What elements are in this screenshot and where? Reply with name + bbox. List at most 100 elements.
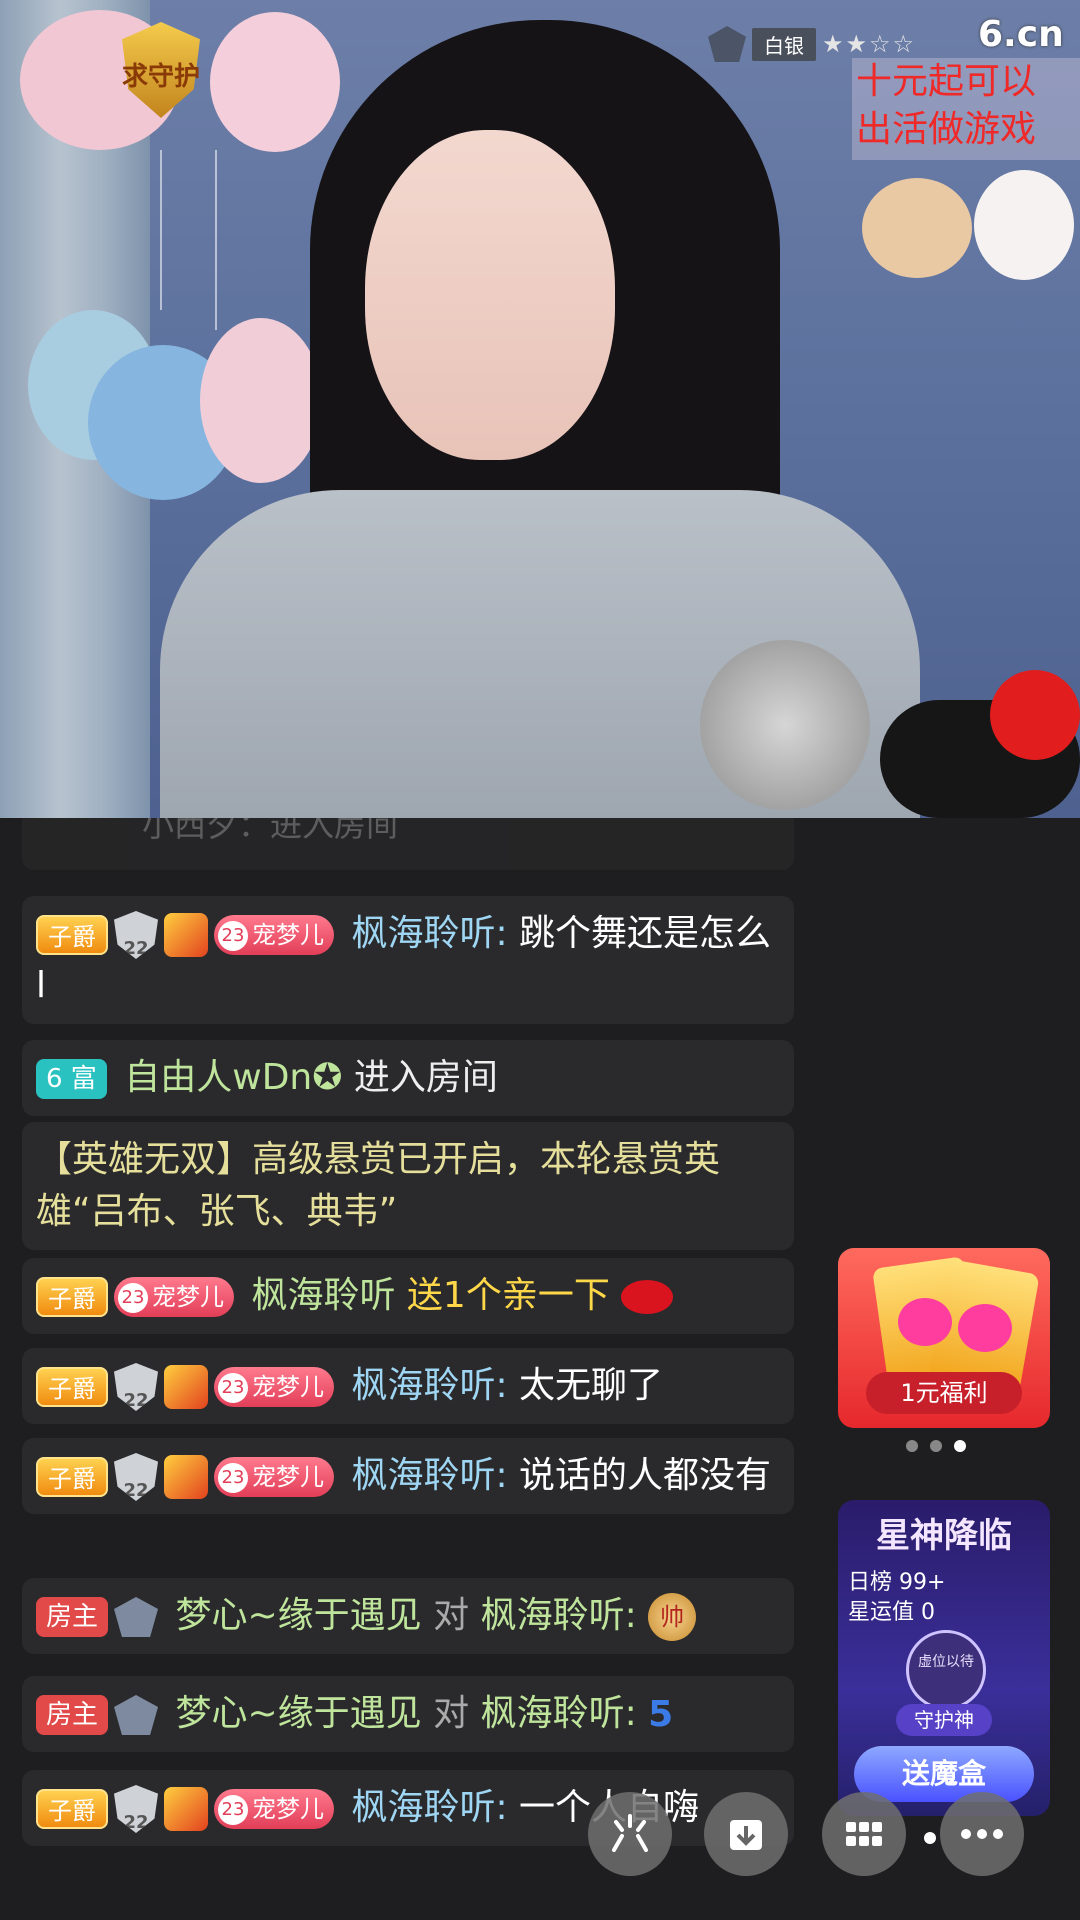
more-button[interactable] — [940, 1792, 1024, 1876]
stream-promo-overlay: 十元起可以 出活做游戏 — [852, 58, 1080, 160]
welfare-label: 1元福利 — [866, 1372, 1022, 1414]
guardian-tag: 守护神 — [896, 1704, 992, 1736]
chat-username[interactable]: 枫海聆听: — [351, 913, 507, 954]
guardian-avatar-slot[interactable]: 虚位以待 — [906, 1630, 986, 1710]
chat-target-user[interactable]: 枫海聆听: — [481, 1693, 637, 1734]
chat-message[interactable]: 子爵 22 23 宠梦儿 枫海聆听: 跳个舞还是怎么l — [22, 896, 794, 1024]
chat-username[interactable]: 枫海聆听 — [251, 1275, 395, 1316]
gift-box-icon — [164, 1787, 208, 1831]
star-luck: 星运值 0 — [848, 1600, 935, 1625]
guard-level-number: 22 — [123, 1390, 149, 1411]
day-rank: 日榜 99+ — [848, 1570, 946, 1595]
microphone — [700, 640, 870, 810]
star-god-panel[interactable]: 星神降临 日榜 99+ 星运值 0 虚位以待 守护神 送魔盒 — [838, 1500, 1050, 1816]
live-video[interactable]: 求守护 白银 ★★☆☆ 6.cn 十元起可以 出活做游戏 — [0, 0, 1080, 818]
rank-emblem-icon — [114, 1597, 159, 1637]
gift-box-icon — [164, 1365, 208, 1409]
rank-badge-viscount: 子爵 — [36, 1457, 108, 1497]
chat-message-host[interactable]: 房主 梦心~缘于遇见 对 枫海聆听: 5 — [22, 1676, 794, 1752]
guard-level-number: 22 — [123, 1812, 149, 1833]
wealth-badge: 6 富 — [36, 1059, 107, 1099]
rank-emblem-icon — [114, 1695, 159, 1735]
chat-message[interactable]: 子爵2223宠梦儿 枫海聆听: 一个人自嗨 — [22, 1770, 794, 1846]
pet-badge: 23 宠梦儿 — [214, 915, 334, 955]
chat-username[interactable]: 梦心~缘于遇见 — [175, 1693, 421, 1734]
banner-pagination — [906, 1440, 966, 1452]
pet-badge: 23 宠梦儿 — [214, 1789, 334, 1829]
bear-sticker — [862, 178, 972, 278]
page-dot — [906, 1440, 918, 1452]
notification-dot — [924, 1832, 936, 1844]
empty-seat-text: 虚位以待 — [918, 1654, 974, 1670]
guard-badge-text: 求守护 — [121, 62, 200, 92]
chat-target-user[interactable]: 枫海聆听: — [481, 1595, 637, 1636]
general-chess-icon: 帅 — [648, 1593, 697, 1641]
chat-message-gift[interactable]: 子爵 23 宠梦儿 枫海聆听 送1个亲一下 — [22, 1258, 794, 1334]
chat-list[interactable]: 小西夕：进入房间 子爵 22 23 宠梦儿 枫海聆听: 跳个舞还是怎么l 6 富 自由… — [0, 818, 800, 1920]
bunny-sticker — [974, 170, 1074, 280]
chat-message-faded: 小西夕：进入房间 — [22, 818, 794, 870]
welfare-banner[interactable]: 1元福利 — [838, 1248, 1050, 1428]
page-dot — [930, 1440, 942, 1452]
kiss-gift-icon — [621, 1280, 674, 1314]
grid-icon — [846, 1822, 882, 1846]
guard-level-icon: 22 — [114, 1363, 158, 1411]
guard-level-icon: 22 — [114, 1453, 158, 1501]
chat-text: 进入房间 — [353, 1057, 498, 1098]
promo-line-2: 出活做游戏 — [856, 109, 1037, 150]
chat-connector: 对 — [433, 1693, 470, 1734]
vip-level-icon: 5 — [648, 1694, 674, 1735]
more-dots-icon — [961, 1829, 1003, 1839]
chat-username[interactable]: 枫海聆听: — [351, 1365, 507, 1406]
gift-box-icon — [164, 913, 208, 957]
system-message: 【英雄无双】高级悬赏已开启，本轮悬赏英雄“吕布、张飞、典韦” — [22, 1122, 794, 1250]
host-badge: 房主 — [36, 1597, 109, 1637]
system-text: 【英雄无双】高级悬赏已开启，本轮悬赏英雄“吕布、张飞、典韦” — [36, 1139, 721, 1232]
chat-message[interactable]: 子爵 22 23 宠梦儿 枫海聆听: 太无聊了 — [22, 1348, 794, 1424]
rank-emblem-icon — [708, 26, 746, 62]
page-dot-active — [954, 1440, 966, 1452]
faded-message-text: 小西夕：进入房间 — [142, 818, 399, 844]
rank-badge-viscount: 子爵 — [36, 1789, 108, 1829]
rank-label: 白银 — [752, 27, 816, 61]
chat-username[interactable]: 枫海聆听: — [351, 1787, 507, 1828]
send-magic-box-button[interactable]: 送魔盒 — [854, 1746, 1034, 1802]
chat-text: 太无聊了 — [519, 1365, 664, 1406]
pet-badge: 23 宠梦儿 — [114, 1277, 234, 1317]
star-god-title: 星神降临 — [876, 1516, 1012, 1556]
chat-message[interactable]: 6 富 自由人wDn✪ 进入房间 — [22, 1040, 794, 1116]
sparkle-icon — [612, 1814, 648, 1852]
apps-button[interactable] — [822, 1792, 906, 1876]
download-button[interactable] — [704, 1792, 788, 1876]
chat-text: 说话的人都没有 — [519, 1455, 772, 1496]
chat-username[interactable]: 枫海聆听: — [351, 1455, 507, 1496]
effects-button[interactable] — [588, 1792, 672, 1876]
guard-level-number: 22 — [123, 938, 149, 959]
pet-badge: 23 宠梦儿 — [214, 1367, 334, 1407]
guard-level-icon: 22 — [114, 911, 158, 959]
heart-icon — [958, 1304, 1012, 1352]
guard-level-number: 22 — [123, 1480, 149, 1501]
host-badge: 房主 — [36, 1695, 109, 1735]
chat-username[interactable]: 梦心~缘于遇见 — [175, 1595, 421, 1636]
heart-icon — [898, 1298, 952, 1346]
chat-username[interactable]: 自由人wDn✪ — [124, 1057, 342, 1098]
streamer-face — [365, 130, 615, 460]
chat-connector: 对 — [433, 1595, 470, 1636]
gift-box-icon — [164, 1455, 208, 1499]
rank-stars: ★★☆☆ — [822, 30, 917, 58]
chat-message-host[interactable]: 房主 梦心~缘于遇见 对 枫海聆听: 帅 — [22, 1578, 794, 1654]
chat-message[interactable]: 子爵 22 23 宠梦儿 枫海聆听: 说话的人都没有 — [22, 1438, 794, 1514]
guard-level-icon: 22 — [114, 1785, 158, 1833]
rank-badge-viscount: 子爵 — [36, 1277, 108, 1317]
rank-indicator[interactable]: 白银 ★★☆☆ — [708, 26, 916, 62]
promo-line-1: 十元起可以 — [856, 61, 1037, 102]
guard-request-badge[interactable]: 求守护 — [108, 22, 214, 122]
heart-decoration — [990, 670, 1080, 760]
gift-text: 送1个亲一下 — [406, 1275, 610, 1316]
rank-badge-viscount: 子爵 — [36, 915, 108, 955]
pet-badge: 23 宠梦儿 — [214, 1457, 334, 1497]
site-logo: 6.cn — [978, 14, 1064, 55]
rank-badge-viscount: 子爵 — [36, 1367, 108, 1407]
download-icon — [730, 1820, 762, 1850]
